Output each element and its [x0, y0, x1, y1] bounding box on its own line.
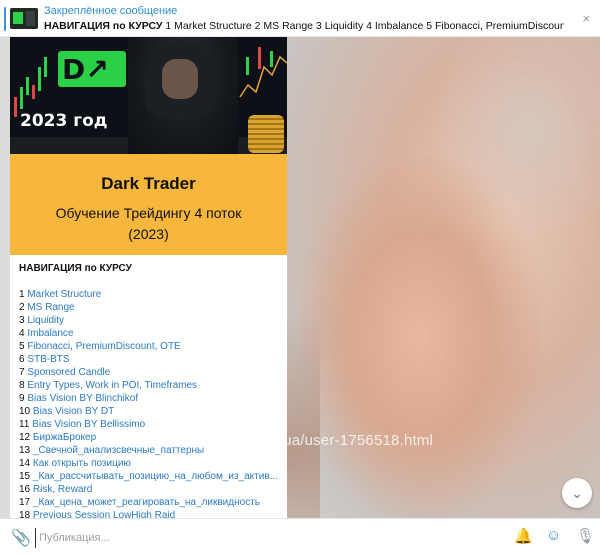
microphone-icon[interactable]: 🎙 — [576, 527, 595, 545]
scroll-down-button[interactable]: ⌄ — [562, 478, 592, 508]
pinned-thumbnail — [10, 8, 38, 29]
nav-list-item[interactable]: 2 MS Range — [19, 301, 281, 314]
post-banner-caption: Dark Trader Обучение Трейдингу 4 поток (… — [10, 154, 287, 255]
nav-item-link[interactable]: Как открыть позицию — [33, 458, 131, 469]
nav-list-item[interactable]: 9 Bias Vision BY Blinchikof — [19, 392, 281, 405]
nav-item-number: 7 — [19, 367, 25, 378]
nav-list-item[interactable]: 1 Market Structure — [19, 288, 281, 301]
nav-item-link[interactable]: Imbalance — [27, 328, 73, 339]
nav-item-number: 12 — [19, 432, 31, 443]
message-input[interactable] — [35, 528, 421, 548]
nav-list: 1 Market Structure 2 MS Range 3 Liquidity 4… — [19, 288, 281, 518]
nav-item-link[interactable]: Bias Vision BY Blinchikof — [27, 393, 138, 404]
nav-item-number: 15 — [19, 471, 31, 482]
banner-title: Dark Trader — [101, 174, 196, 193]
nav-item-number: 10 — [19, 406, 31, 417]
nav-item-number: 16 — [19, 484, 31, 495]
nav-item-number: 1 — [19, 289, 25, 300]
nav-item-link[interactable]: Entry Types, Work in POI, Timeframes — [27, 380, 197, 391]
trader-face — [162, 59, 198, 99]
nav-item-link[interactable]: Sponsored Candle — [27, 367, 110, 378]
nav-list-item[interactable]: 10 Bias Vision BY DT — [19, 405, 281, 418]
nav-item-link[interactable]: MS Range — [27, 302, 74, 313]
pinned-text: НАВИГАЦИЯ по КУРСУ 1 Market Structure 2 … — [44, 20, 564, 32]
nav-item-link[interactable]: STB-BTS — [27, 354, 69, 365]
nav-item-link[interactable]: Bias Vision BY Bellissimo — [32, 419, 145, 430]
nav-list-item[interactable]: 16 Risk, Reward — [19, 483, 281, 496]
nav-list-item[interactable]: 15 _Как_рассчитывать_позицию_на_любом_из… — [19, 470, 281, 483]
nav-list-item[interactable]: 8 Entry Types, Work in POI, Timeframes — [19, 379, 281, 392]
nav-item-number: 3 — [19, 315, 25, 326]
nav-item-number: 18 — [19, 510, 31, 518]
emoji-icon[interactable]: ☺ — [546, 527, 561, 544]
nav-item-link[interactable]: Market Structure — [27, 289, 101, 300]
nav-list-item[interactable]: 3 Liquidity — [19, 314, 281, 327]
nav-item-number: 17 — [19, 497, 31, 508]
watermark: www.kidstaff.com.ua/user-1756518.html — [160, 432, 434, 449]
nav-item-link[interactable]: Bias Vision BY DT — [33, 406, 114, 417]
pinned-text-bold: НАВИГАЦИЯ по КУРСУ — [44, 20, 163, 32]
nav-item-number: 2 — [19, 302, 25, 313]
nav-item-link[interactable]: Risk, Reward — [33, 484, 92, 495]
nav-item-number: 14 — [19, 458, 31, 469]
post-image[interactable]: D↗ 2023 год — [10, 37, 287, 154]
nav-list-item[interactable]: 5 Fibonacci, PremiumDiscount, OTE — [19, 340, 281, 353]
pinned-text-rest: 1 Market Structure 2 MS Range 3 Liquidit… — [162, 20, 564, 32]
pinned-accent-line — [4, 7, 6, 31]
post-text: НАВИГАЦИЯ по КУРСУ 1 Market Structure 2 M… — [19, 262, 281, 518]
background-blur-center — [300, 157, 540, 517]
nav-item-number: 5 — [19, 341, 25, 352]
nav-list-item[interactable]: 18 Previous Session LowHigh Raid — [19, 509, 281, 518]
chat-area[interactable]: D↗ 2023 год Dark Trader Обучение Трейдин… — [0, 37, 600, 518]
nav-list-item[interactable]: 4 Imbalance — [19, 327, 281, 340]
banner-subtitle-line1: Обучение Трейдингу 4 поток — [55, 205, 242, 221]
nav-item-link[interactable]: Liquidity — [27, 315, 64, 326]
pinned-title: Закреплённое сообщение — [44, 5, 178, 17]
nav-item-number: 6 — [19, 354, 25, 365]
nav-list-item[interactable]: 14 Как открыть позицию — [19, 457, 281, 470]
bell-icon[interactable]: 🔔 — [514, 527, 533, 545]
nav-item-link[interactable]: Previous Session LowHigh Raid — [33, 510, 175, 518]
nav-list-item[interactable]: 11 Bias Vision BY Bellissimo — [19, 418, 281, 431]
nav-item-number: 13 — [19, 445, 31, 456]
banner-year: 2023 год — [20, 111, 108, 131]
nav-item-link[interactable]: _Как_рассчитывать_позицию_на_любом_из_ак… — [33, 471, 278, 482]
logo-text: D↗ — [62, 53, 109, 86]
nav-item-number: 4 — [19, 328, 25, 339]
nav-item-link[interactable]: БиржаБрокер — [33, 432, 96, 443]
close-icon[interactable]: × — [582, 11, 590, 26]
nav-item-number: 9 — [19, 393, 25, 404]
nav-item-number: 11 — [19, 419, 30, 430]
chevron-down-icon: ⌄ — [571, 485, 583, 501]
pinned-message-bar[interactable]: Закреплённое сообщение НАВИГАЦИЯ по КУРС… — [0, 0, 600, 37]
coin-stack — [248, 115, 284, 153]
banner-subtitle-line2: (2023) — [128, 226, 169, 242]
dark-trader-logo: D↗ — [58, 51, 126, 87]
nav-item-link[interactable]: Fibonacci, PremiumDiscount, OTE — [27, 341, 180, 352]
nav-list-item[interactable]: 17 _Как_цена_может_реагировать_на_ликвид… — [19, 496, 281, 509]
attach-icon[interactable]: 📎 — [11, 528, 31, 548]
post-heading: НАВИГАЦИЯ по КУРСУ — [19, 263, 132, 274]
nav-item-link[interactable]: _Как_цена_может_реагировать_на_ликвиднос… — [33, 497, 260, 508]
composer-bar: 📎 🔔 ☺ 🎙 — [0, 518, 600, 555]
nav-list-item[interactable]: 7 Sponsored Candle — [19, 366, 281, 379]
nav-list-item[interactable]: 6 STB-BTS — [19, 353, 281, 366]
nav-item-number: 8 — [19, 380, 25, 391]
